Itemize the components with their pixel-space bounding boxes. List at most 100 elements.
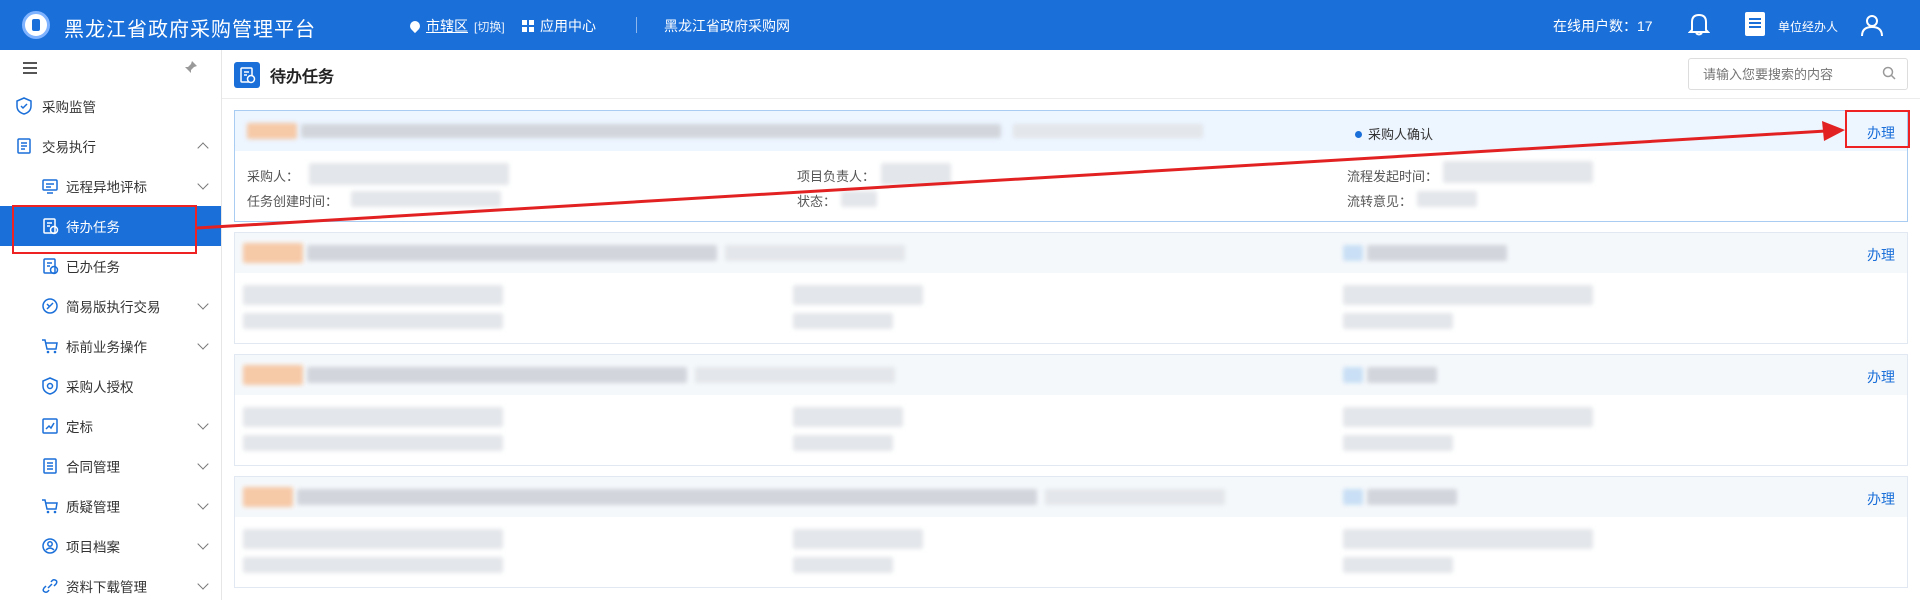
sidebar-item-label: 标前业务操作 [66, 340, 147, 355]
chevron-down-icon [197, 298, 209, 310]
monitor-icon [42, 179, 58, 194]
task-card-header: 办理 [235, 233, 1907, 273]
document-icon [17, 138, 31, 154]
redacted-text [307, 367, 687, 383]
sidebar-item-challenge[interactable]: 质疑管理 [0, 486, 221, 526]
pin-icon[interactable] [184, 60, 198, 74]
sidebar-item-purchaser-auth[interactable]: 采购人授权 [0, 366, 221, 406]
redacted-text [1343, 557, 1453, 573]
apps-icon [522, 20, 534, 32]
sidebar-item-label: 定标 [66, 420, 93, 435]
redacted-text [243, 529, 503, 549]
handle-button[interactable]: 办理 [1867, 489, 1895, 509]
redacted-text [301, 124, 1001, 138]
redacted-text [1417, 191, 1477, 207]
redacted-text [881, 163, 951, 185]
chevron-down-icon [197, 418, 209, 430]
sidebar-item-label: 资料下载管理 [66, 580, 147, 595]
task-card[interactable]: 办理 [234, 354, 1908, 466]
todo-title-icon [234, 62, 260, 88]
sidebar-item-trade-execution[interactable]: 交易执行 [0, 126, 221, 166]
link-icon [42, 579, 58, 593]
task-card-header: 采购人确认 办理 [235, 111, 1907, 151]
sidebar-item-procurement-supervision[interactable]: 采购监管 [0, 86, 221, 126]
redacted-text [243, 243, 303, 263]
redacted-text [307, 245, 717, 261]
task-card[interactable]: 办理 [234, 476, 1908, 588]
page-header: 待办任务 [234, 60, 334, 90]
task-card-header: 办理 [235, 355, 1907, 395]
task-card[interactable]: 办理 [234, 232, 1908, 344]
annotation-highlight-todo [12, 205, 197, 254]
redacted-text [1013, 124, 1203, 138]
app-center-label[interactable]: 应用中心 [540, 18, 596, 34]
sidebar-item-label: 简易版执行交易 [66, 300, 161, 315]
header-divider [636, 17, 637, 33]
redacted-text [793, 557, 893, 573]
online-users-count: 在线用户数：17 [1553, 18, 1653, 34]
location-icon [407, 18, 423, 34]
authorize-icon [42, 377, 58, 395]
redacted-text [1343, 435, 1453, 451]
redacted-text [725, 245, 905, 261]
sidebar-item-contract[interactable]: 合同管理 [0, 446, 221, 486]
task-card[interactable]: 采购人确认 办理 采购人： 项目负责人： 流程发起时间： 任务创建时间： 状态：… [234, 110, 1908, 222]
redacted-text [793, 407, 903, 427]
chevron-down-icon [197, 338, 209, 350]
sidebar-toolbar [0, 50, 221, 86]
sidebar-item-remote-evaluation[interactable]: 远程异地评标 [0, 166, 221, 206]
question-cart-icon [42, 499, 58, 514]
handle-button[interactable]: 办理 [1867, 367, 1895, 387]
main-content: 待办任务 采购人确认 办理 采购人： 项目负责人： 流程发起时间： 任务创建时间… [222, 50, 1920, 600]
task-created-label: 任务创建时间： [247, 194, 339, 209]
redacted-text [1343, 367, 1363, 383]
sidebar-item-simple-trade[interactable]: 简易版执行交易 [0, 286, 221, 326]
sidebar-item-label: 合同管理 [66, 460, 120, 475]
sidebar-item-download-management[interactable]: 资料下载管理 [0, 566, 221, 606]
gov-site-link[interactable]: 黑龙江省政府采购网 [664, 16, 790, 36]
redacted-text [297, 489, 1037, 505]
handle-button[interactable]: 办理 [1867, 245, 1895, 265]
status-text: 采购人确认 [1368, 127, 1434, 142]
redacted-text [1343, 285, 1593, 305]
sidebar-item-label: 已办任务 [66, 260, 120, 275]
bell-icon[interactable] [1688, 12, 1710, 36]
redacted-text [243, 285, 503, 305]
project-lead-label: 项目负责人： [797, 169, 876, 184]
contract-icon [43, 458, 57, 474]
search-input[interactable] [1688, 58, 1908, 90]
location-name[interactable]: 市辖区 [426, 18, 468, 34]
sidebar-item-label: 质疑管理 [66, 500, 120, 515]
redacted-text [1367, 245, 1507, 261]
purchaser-label: 采购人： [247, 169, 300, 184]
archive-icon [42, 538, 58, 554]
redacted-text [243, 407, 503, 427]
redacted-text [1343, 489, 1363, 505]
unit-icon[interactable] [1745, 12, 1765, 36]
redacted-text [695, 367, 895, 383]
flow-start-label: 流程发起时间： [1347, 169, 1439, 184]
location-switch-link[interactable]: [切换] [474, 20, 505, 34]
redacted-text [1367, 367, 1437, 383]
app-center-link[interactable]: 应用中心 [522, 16, 596, 36]
chevron-up-icon [197, 142, 209, 154]
user-icon[interactable] [1860, 13, 1884, 37]
chevron-down-icon [197, 498, 209, 510]
status-dot-icon [1355, 131, 1362, 138]
sidebar-item-pre-bid[interactable]: 标前业务操作 [0, 326, 221, 366]
unit-agent-label[interactable]: 单位经办人 [1778, 18, 1838, 35]
redacted-text [243, 487, 293, 507]
sidebar-item-project-archive[interactable]: 项目档案 [0, 526, 221, 566]
redacted-text [1343, 313, 1453, 329]
logo-icon [22, 11, 50, 39]
search-icon[interactable] [1882, 66, 1896, 80]
page-title: 待办任务 [270, 69, 335, 86]
redacted-text [243, 557, 503, 573]
redacted-text [1343, 407, 1593, 427]
location-switcher[interactable]: 市辖区 [切换] [407, 16, 505, 36]
redacted-text [841, 191, 877, 207]
menu-icon[interactable] [23, 62, 37, 64]
app-title: 黑龙江省政府采购管理平台 [64, 19, 316, 41]
redacted-text [793, 529, 923, 549]
sidebar-item-award[interactable]: 定标 [0, 406, 221, 446]
